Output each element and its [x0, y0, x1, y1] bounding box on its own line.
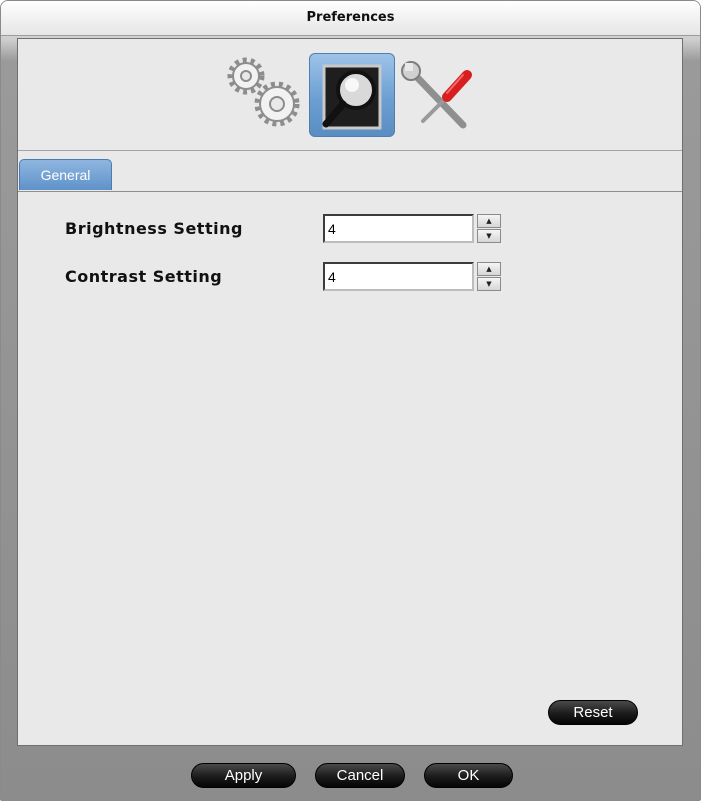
title-bar[interactable]: Preferences	[1, 1, 700, 36]
magnifier-display-icon	[322, 64, 382, 130]
preferences-window: Preferences General Brightness Setting 4…	[0, 0, 701, 801]
gears-icon	[227, 57, 300, 127]
tab-general[interactable]: General	[19, 159, 112, 190]
wrench-screwdriver-icon	[401, 61, 472, 129]
tool-display-settings[interactable]	[309, 53, 395, 137]
contrast-increment-button[interactable]: ▲	[477, 262, 501, 276]
preferences-panel: General Brightness Setting ▲ ▼ Contrast …	[17, 38, 683, 746]
contrast-input[interactable]	[323, 262, 474, 291]
brightness-input[interactable]	[323, 214, 474, 243]
cancel-button[interactable]: Cancel	[315, 763, 405, 788]
contrast-stepper: ▲ ▼	[477, 262, 501, 291]
tool-advanced-settings[interactable]	[397, 53, 483, 137]
window-title: Preferences	[306, 10, 395, 25]
contrast-label: Contrast Setting	[65, 267, 223, 286]
contrast-decrement-button[interactable]: ▼	[477, 277, 501, 291]
brightness-decrement-button[interactable]: ▼	[477, 229, 501, 243]
reset-button[interactable]: Reset	[548, 700, 638, 725]
ok-button[interactable]: OK	[424, 763, 513, 788]
category-toolbar	[18, 39, 682, 151]
apply-button[interactable]: Apply	[191, 763, 296, 788]
tool-general-settings[interactable]	[221, 53, 307, 137]
brightness-increment-button[interactable]: ▲	[477, 214, 501, 228]
brightness-stepper: ▲ ▼	[477, 214, 501, 243]
tab-strip: General	[18, 159, 682, 192]
brightness-label: Brightness Setting	[65, 219, 243, 238]
